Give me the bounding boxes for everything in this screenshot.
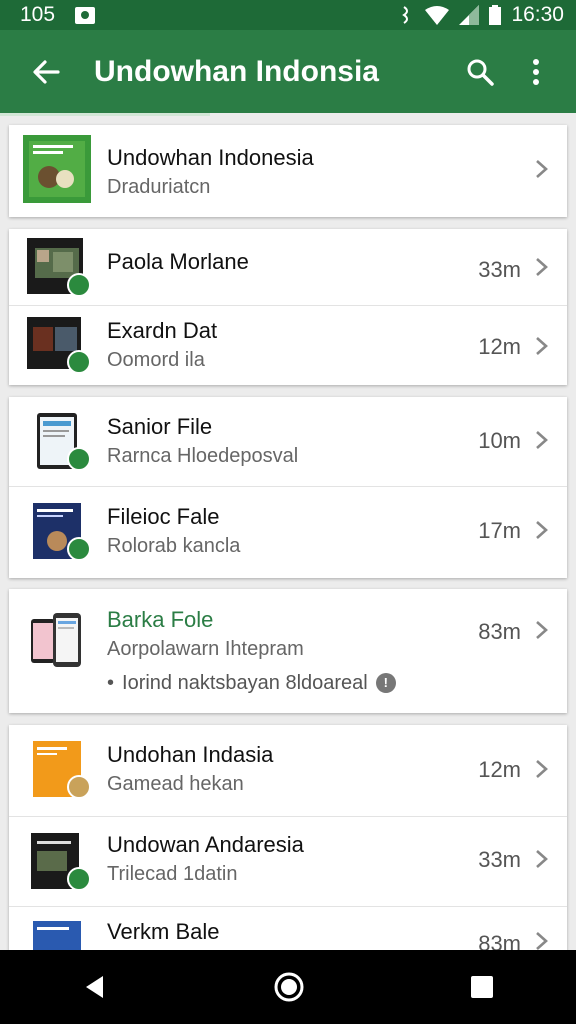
item-time: 33m [478, 847, 521, 872]
status-time: 16:30 [511, 3, 564, 26]
item-time: 12m [478, 757, 521, 782]
status-badge [67, 273, 91, 297]
search-icon [467, 59, 494, 86]
status-badge [67, 867, 91, 891]
status-bar: 105 16:30 [0, 0, 576, 30]
battery-icon [489, 5, 502, 25]
more-vert-icon [533, 58, 539, 85]
item-title: Paola Morlane [107, 249, 249, 274]
search-button[interactable] [458, 50, 502, 94]
card-group: Paola Morlane 33m Exardn Dat Oomord ila … [9, 229, 567, 385]
phone-thumbnail [31, 613, 81, 667]
status-badge [67, 350, 91, 374]
item-title: Fileioc Fale [107, 504, 220, 529]
wifi-icon [425, 6, 450, 25]
item-subtitle: Oomord ila [107, 349, 205, 371]
item-title: Undowan Andaresia [107, 832, 304, 857]
vibrate-icon [402, 6, 409, 24]
item-time: 17m [478, 518, 521, 543]
signal-icon [459, 5, 480, 25]
item-time: 33m [478, 257, 521, 282]
item-time: 12m [478, 334, 521, 359]
system-nav-bar [0, 950, 576, 1024]
item-title: Sanior File [107, 414, 213, 439]
item-title: Undohan Indasia [107, 742, 274, 767]
nav-home-icon[interactable] [272, 970, 306, 1004]
loading-indicator [0, 113, 210, 116]
chevron-right-icon [536, 337, 548, 355]
item-title: Exardn Dat [107, 318, 218, 343]
item-subtitle: Trilecad 1datin [107, 863, 238, 885]
item-detail-text: Iorind naktsbayan 8ldoareal [122, 672, 368, 694]
list-item[interactable]: Sanior File Rarnca Hloedeposval 10m [9, 397, 567, 487]
bullet: • [107, 672, 115, 694]
list-item[interactable]: Exardn Dat Oomord ila 12m [9, 306, 567, 385]
app-bar: Undowhan Indonsia [0, 30, 576, 113]
card-group: Sanior File Rarnca Hloedeposval 10m File… [9, 397, 567, 578]
status-badge [67, 775, 91, 799]
card-group: Undohan Indasia Gamead hekan 12m Undowan… [9, 725, 567, 977]
overflow-menu-button[interactable] [514, 50, 558, 94]
item-subtitle: Draduriatcn [107, 176, 211, 198]
item-time: 10m [478, 428, 521, 453]
info-icon[interactable]: ! [375, 673, 396, 693]
chevron-right-icon [536, 621, 548, 639]
arrow-back-icon [33, 59, 60, 84]
item-subtitle: Rolorab kancla [107, 535, 241, 557]
item-time: 83m [478, 619, 521, 644]
list-item[interactable]: Barka Fole Aorpolawarn Ihtepram • Iorind… [9, 589, 567, 713]
item-title: Verkm Bale [107, 919, 220, 944]
chevron-right-icon [536, 850, 548, 868]
item-subtitle: Aorpolawarn Ihtepram [107, 638, 304, 660]
nav-recents-icon[interactable] [469, 974, 495, 1000]
status-badge [67, 537, 91, 561]
chevron-right-icon [536, 160, 548, 178]
chevron-right-icon [536, 258, 548, 276]
item-subtitle: Rarnca Hloedeposval [107, 445, 299, 467]
status-badge [67, 447, 91, 471]
list-item[interactable]: Fileioc Fale Rolorab kancla 17m [9, 487, 567, 578]
nav-back-icon[interactable] [81, 973, 109, 1001]
item-title: Undowhan Indonesia [107, 145, 314, 170]
list-item[interactable]: Undowan Andaresia Trilecad 1datin 33m [9, 817, 567, 907]
list-item[interactable]: Paola Morlane 33m [9, 229, 567, 306]
status-time-left: 105 [20, 3, 56, 26]
chevron-right-icon [536, 521, 548, 539]
item-detail: • Iorind naktsbayan 8ldoareal ! [107, 669, 497, 697]
list-item[interactable]: Undowhan Indonesia Draduriatcn [9, 125, 567, 217]
book-cover-thumbnail [23, 135, 91, 203]
back-button[interactable] [24, 50, 68, 94]
item-title: Barka Fole [107, 607, 214, 632]
chevron-right-icon [536, 431, 548, 449]
card-featured: Undowhan Indonesia Draduriatcn [9, 125, 567, 217]
chevron-right-icon [536, 932, 548, 950]
notification-icon [75, 6, 96, 24]
card-highlight: Barka Fole Aorpolawarn Ihtepram • Iorind… [9, 589, 567, 713]
chevron-right-icon [536, 760, 548, 778]
list-item[interactable]: Undohan Indasia Gamead hekan 12m [9, 725, 567, 817]
item-subtitle: Gamead hekan [107, 773, 244, 795]
page-title: Undowhan Indonsia [94, 54, 379, 88]
